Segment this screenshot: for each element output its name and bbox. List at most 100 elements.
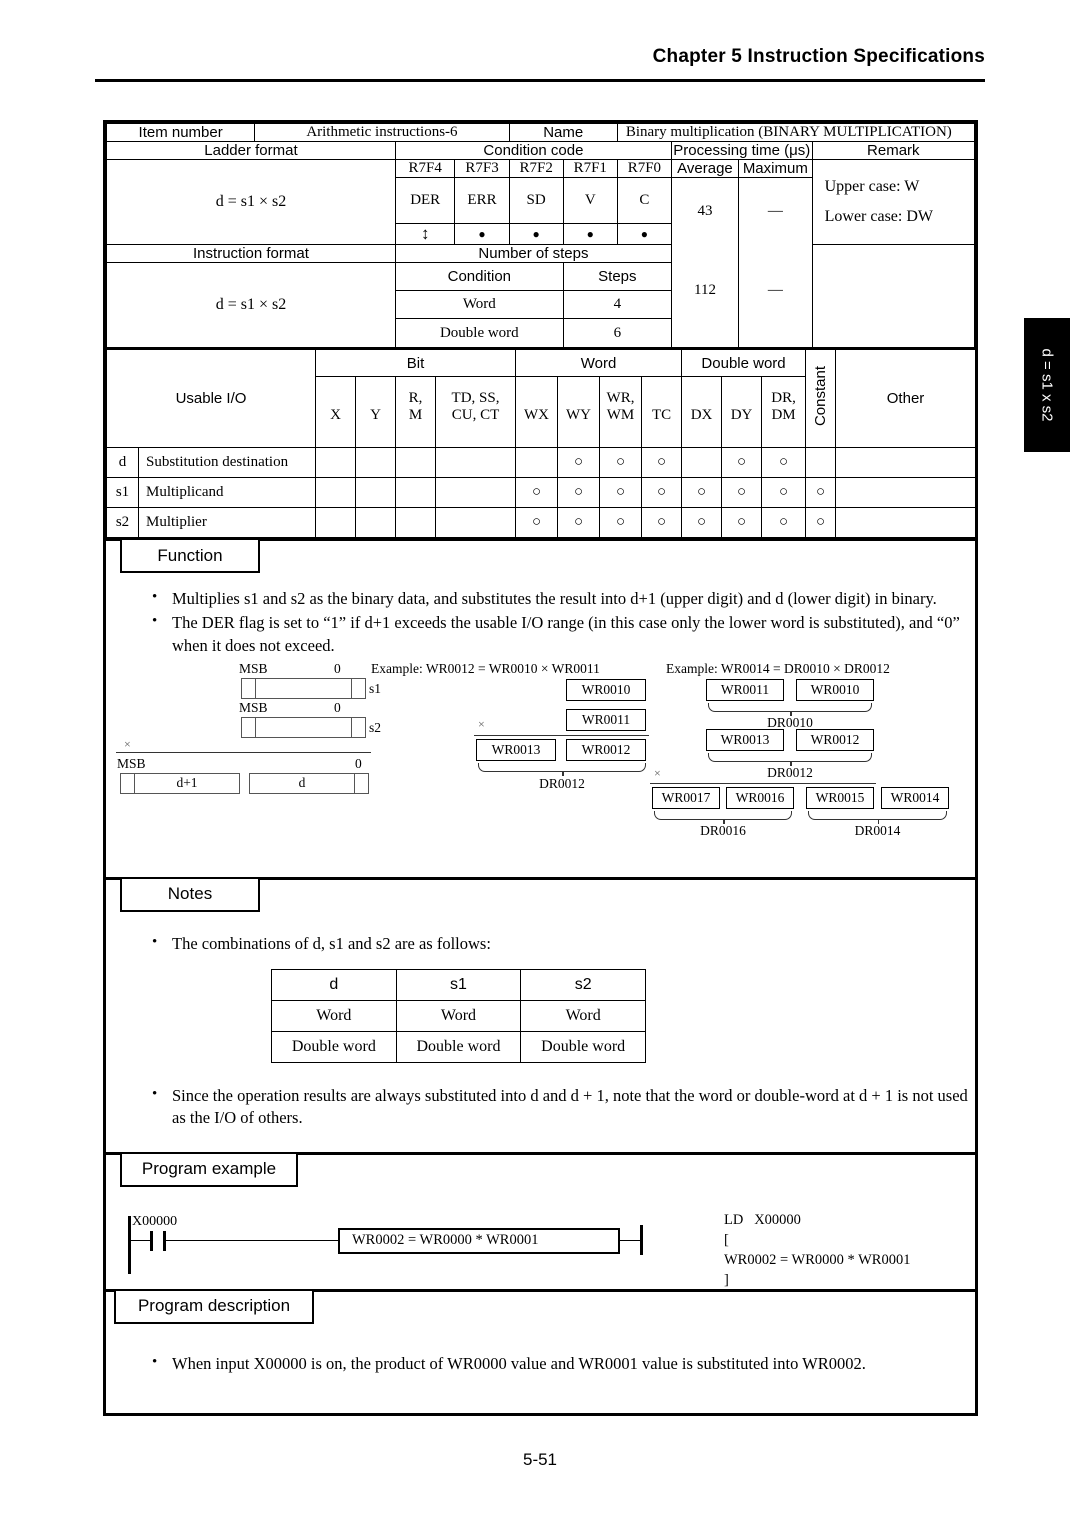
side-index-tab: d = s1 x s2	[1024, 318, 1070, 452]
col-bottom-5: WY	[557, 407, 601, 448]
function-tab: Function	[120, 540, 260, 573]
steps-word: 4	[562, 290, 672, 320]
left-bitbar-s2	[241, 716, 366, 738]
s2-cell-tc: ○	[641, 507, 683, 538]
col-bottom-7: TC	[641, 407, 683, 448]
right-multiply-sign: ×	[654, 765, 661, 780]
ladder-expression: d = s1 × s2	[215, 193, 287, 210]
mnemonic-line-2: [	[724, 1231, 729, 1248]
combination-header-d: d	[271, 969, 397, 1002]
left-bitbar-dplus1: d+1	[120, 772, 240, 794]
usable-io-row-s2: s2 Multiplier ○ ○ ○ ○ ○ ○ ○ ○	[106, 507, 977, 538]
left-bitbar-dplus1-body: d+1	[176, 775, 198, 791]
program-example-tab-label: Program example	[141, 1159, 277, 1179]
function-tab-label: Function	[157, 545, 223, 565]
left-bitbar-s2-msb-seg	[242, 717, 256, 737]
mid-result-lo: WR0012	[566, 738, 646, 761]
col-bottom-3: CU, CT	[434, 407, 517, 448]
left-msb-result: MSB	[117, 755, 146, 771]
right-op1-lo: WR0010	[796, 678, 874, 701]
flag-name-err: ERR	[454, 177, 510, 224]
left-zero-s1: 0	[334, 660, 341, 676]
right-result-rule	[650, 782, 876, 785]
spec-row-condition-header: d = s1 × s2 Condition Steps 112 —	[106, 261, 976, 350]
right-caption: Example: WR0014 = DR0010 × DR0012	[666, 660, 890, 676]
right-result-a-brace	[654, 810, 792, 824]
combination-dword-s2: Double word	[520, 1031, 646, 1064]
s1-cell-x	[315, 477, 356, 508]
s2-cell-dy: ○	[721, 507, 763, 538]
combination-word-s1: Word	[395, 1000, 522, 1033]
mid-operand-1: WR0010	[566, 678, 646, 701]
s1-cell-wy: ○	[557, 477, 601, 508]
notes-bullet-1: The combinations of d, s1 and s2 are as …	[152, 932, 975, 955]
right-result-b-lo: WR0014	[881, 786, 949, 809]
mid-result-rule	[474, 734, 649, 737]
right-op1-hi: WR0011	[706, 678, 784, 701]
right-op2-lo: WR0012	[796, 728, 874, 751]
right-result-b-brace	[808, 810, 947, 824]
remark-label: Remark	[811, 141, 976, 160]
mnemonic-line-1: LD X00000	[724, 1211, 801, 1228]
ladder-instruction-box: WR0002 = WR0000 * WR0001	[338, 1227, 620, 1254]
left-msb-s2: MSB	[239, 699, 268, 715]
flag-name-sd: SD	[508, 177, 564, 224]
mnemonic-line-3: WR0002 = WR0000 * WR0001	[724, 1251, 911, 1268]
s2-cell-wx: ○	[515, 507, 559, 538]
flag-name-v: V	[562, 177, 618, 224]
d-cell-wy: ○	[557, 447, 601, 478]
s2-cell-constant: ○	[805, 507, 837, 538]
col-top-2: R,	[395, 376, 436, 407]
condition-label: Condition	[394, 261, 564, 292]
program-example-body: X00000 WR0002 = WR0000 * WR0001 LD X0000…	[106, 1188, 975, 1288]
flag-address-r7f2: R7F2	[508, 159, 564, 178]
maximum-spacer-2	[738, 318, 813, 350]
flag-address-r7f0: R7F0	[616, 159, 672, 178]
notes-bullet-list-1: The combinations of d, s1 and s2 are as …	[106, 932, 975, 955]
d-cell-x	[315, 447, 356, 478]
function-bullet-list: Multiplies s1 and s2 as the binary data,…	[106, 587, 975, 657]
col-bottom-2: M	[395, 407, 436, 448]
s1-cell-dx: ○	[681, 477, 723, 508]
instruction-format-label: Instruction format	[106, 244, 396, 263]
ladder-left-rail	[128, 1215, 131, 1274]
combination-word-s2: Word	[520, 1000, 646, 1033]
flag-mark-c: ●	[616, 223, 672, 245]
combination-header-s2: s2	[520, 969, 646, 1002]
maximum-value-2: —	[738, 262, 813, 319]
col-top-10: DR,	[761, 376, 807, 407]
function-diagrams: MSB 0 s1 MSB 0 s2 × MSB 0 d+1 d Example:…	[106, 659, 975, 877]
ladder-wire-pre-contact	[128, 1239, 150, 1242]
ladder-wire-post-contact	[165, 1239, 339, 1242]
mid-result-brace	[478, 762, 646, 776]
col-top-9	[721, 376, 763, 407]
remark-spacer	[811, 244, 976, 263]
flag-address-r7f1: R7F1	[562, 159, 618, 178]
s2-cell-wy: ○	[557, 507, 601, 538]
steps-label: Steps	[562, 261, 672, 292]
d-cell-rm	[395, 447, 436, 478]
spec-row-identity: Item number Arithmetic instructions-6 Na…	[105, 123, 976, 142]
left-multiply-sign: ×	[124, 736, 131, 751]
left-result-rule	[116, 751, 371, 754]
right-op2-label: DR0012	[767, 764, 813, 780]
left-label-s2: s2	[369, 719, 382, 735]
combination-row-word: Word Word Word	[271, 1000, 646, 1033]
combination-dword-d: Double word	[271, 1031, 397, 1064]
constant-header: Constant	[805, 349, 837, 448]
d-cell-td	[434, 447, 517, 478]
row-code-d: d	[106, 447, 139, 478]
group-bit: Bit	[314, 349, 517, 377]
left-bitbar-s1-lsb-seg	[351, 678, 365, 698]
condition-double-word: Double word	[394, 318, 564, 350]
program-description-tab-label: Program description	[137, 1296, 291, 1316]
average-value-1: 43	[670, 177, 740, 245]
program-description-body: When input X00000 is on, the product of …	[106, 1325, 975, 1375]
average-spacer-2	[670, 318, 740, 350]
flag-mark-sd: ●	[508, 223, 564, 245]
usable-io-row-s1: s1 Multiplicand ○ ○ ○ ○ ○ ○ ○ ○	[106, 477, 977, 508]
right-result-a-hi: WR0017	[652, 786, 720, 809]
maximum-label: Maximum	[738, 159, 813, 178]
ladder-format-label: Ladder format	[106, 141, 396, 160]
instruction-expression-cell: d = s1 × s2	[106, 262, 396, 350]
